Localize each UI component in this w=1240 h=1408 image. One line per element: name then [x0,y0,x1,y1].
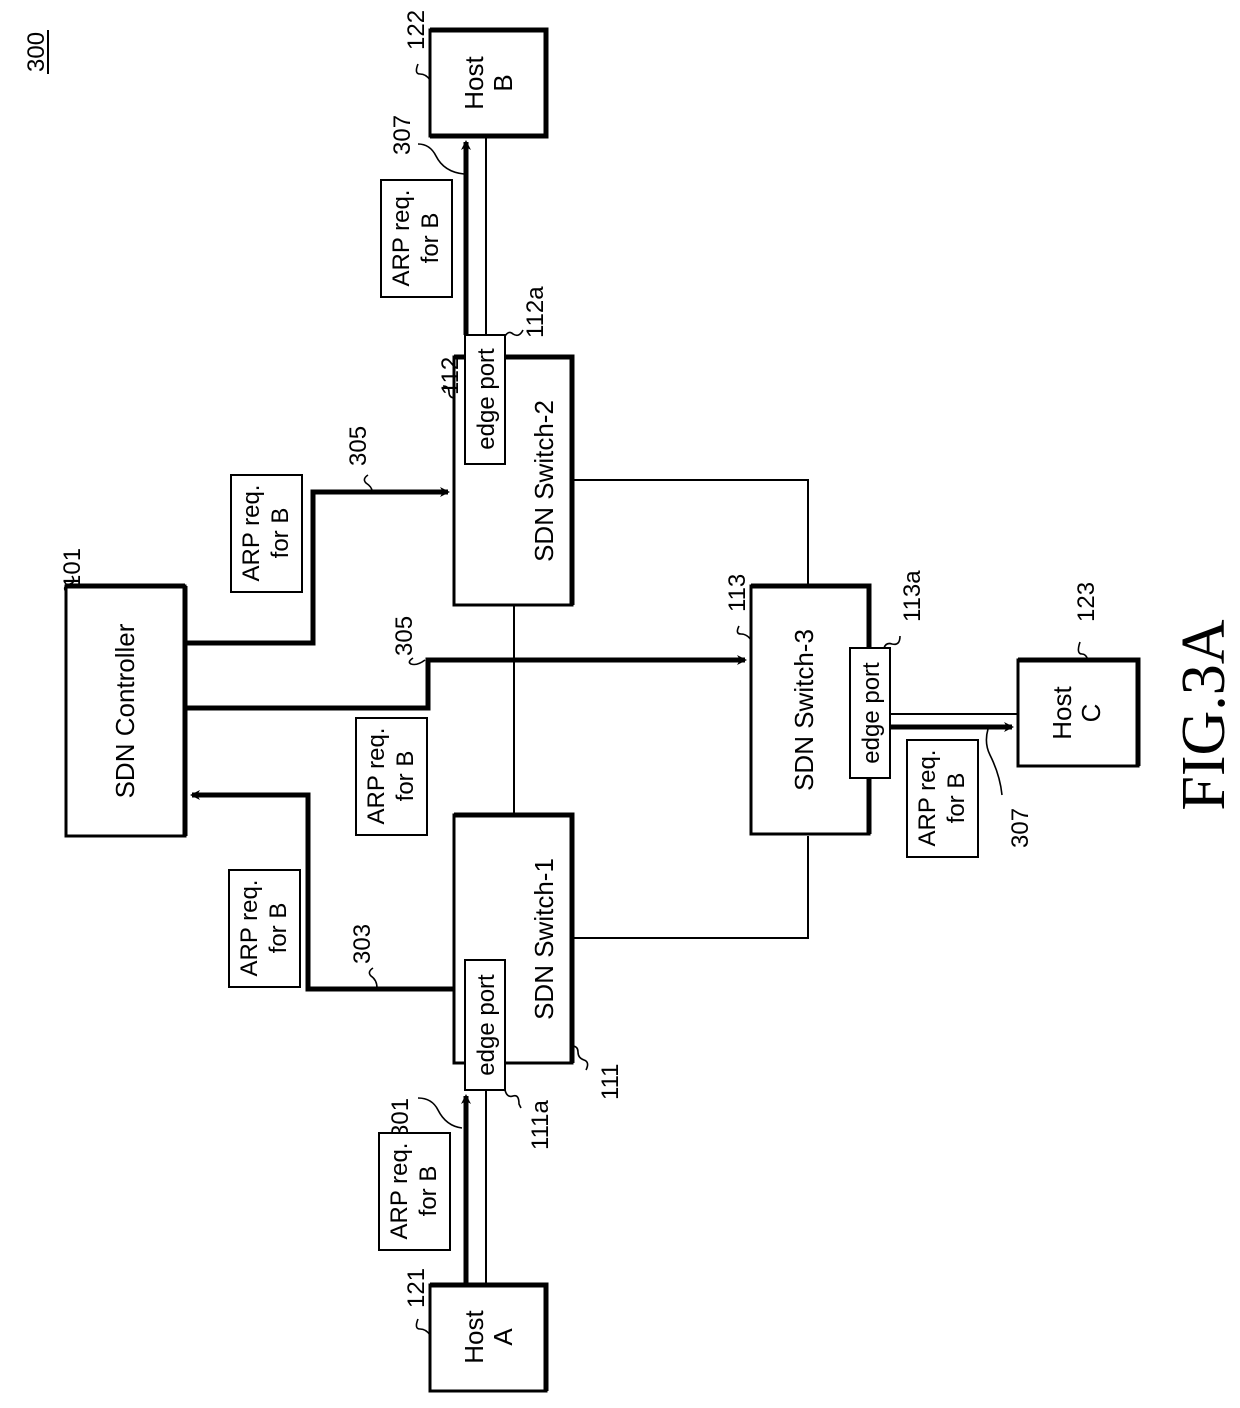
svg-text:for B: for B [943,773,970,824]
svg-text:B: B [488,74,518,91]
message-box-303: ARP req. for B [228,869,301,988]
figure-number: 300 [23,30,50,74]
switch1-edge-port[interactable]: edge port [464,959,506,1091]
switch3-ref: 113 [724,574,751,612]
svg-text:ARP req.: ARP req. [236,880,263,977]
svg-text:for B: for B [417,213,444,264]
svg-text:300: 300 [23,32,50,72]
svg-text:ARP req.: ARP req. [386,1143,413,1240]
switch1-port-ref: 111a [527,1100,554,1150]
controller-label: SDN Controller [110,623,140,798]
switch1-label: SDN Switch-1 [529,858,559,1020]
message-box-305-switch3: ARP req. for B [355,717,428,836]
network-diagram: 300 SDN Controller 101 SDN Switch-2 edge… [23,10,1238,1393]
flow-305-switch2-ref: 305 [345,426,372,466]
host-b[interactable]: Host B [428,27,549,139]
svg-text:for B: for B [267,508,294,559]
switch2-label: SDN Switch-2 [529,400,559,562]
flow-307-hostB-ref: 307 [389,115,416,155]
svg-text:for B: for B [415,1166,442,1217]
svg-text:Host: Host [459,55,489,109]
host-a[interactable]: Host A [428,1282,549,1393]
switch3-port-ref: 113a [899,570,926,622]
switch3-label: SDN Switch-3 [789,629,819,791]
switch2-ref: 112 [437,357,464,395]
svg-text:A: A [488,1328,518,1346]
flow-307-hostC-ref: 307 [1007,808,1034,848]
message-box-307-hostB: ARP req. for B [380,179,453,298]
svg-text:for B: for B [265,903,292,954]
flow-301-ref: 301 [387,1098,414,1138]
svg-text:Host: Host [459,1309,489,1363]
hostC-ref: 123 [1073,582,1100,622]
sdn-controller[interactable]: SDN Controller [64,583,188,838]
svg-text:Host: Host [1047,685,1077,739]
svg-text:edge port: edge port [473,348,500,450]
svg-text:edge port: edge port [858,662,885,764]
switch2-edge-port[interactable]: edge port [464,334,506,465]
switch1-ref: 111 [597,1064,624,1100]
figure-caption: FIG.3A [1170,619,1238,810]
svg-text:ARP req.: ARP req. [914,750,941,847]
hostA-ref: 121 [403,1268,430,1308]
flow-305-switch3-ref: 305 [391,616,418,656]
hostB-ref: 122 [403,10,430,50]
message-box-305-switch2: ARP req. for B [230,474,303,593]
host-c[interactable]: Host C [1016,657,1141,768]
svg-text:for B: for B [392,751,419,802]
link-switch2-switch3 [572,479,809,586]
flow-305-switch3 [185,655,747,711]
flow-303-ref: 303 [349,924,376,964]
svg-text:ARP req.: ARP req. [388,190,415,287]
switch2-port-ref: 112a [522,286,549,338]
message-box-307-hostC: ARP req. for B [906,739,979,858]
svg-text:edge port: edge port [473,974,500,1076]
link-switch1-switch3 [572,836,809,939]
message-box-301: ARP req. for B [378,1132,451,1251]
switch3-edge-port[interactable]: edge port [849,647,891,779]
svg-text:C: C [1076,704,1106,723]
svg-text:ARP req.: ARP req. [363,728,390,825]
svg-text:ARP req.: ARP req. [238,485,265,582]
